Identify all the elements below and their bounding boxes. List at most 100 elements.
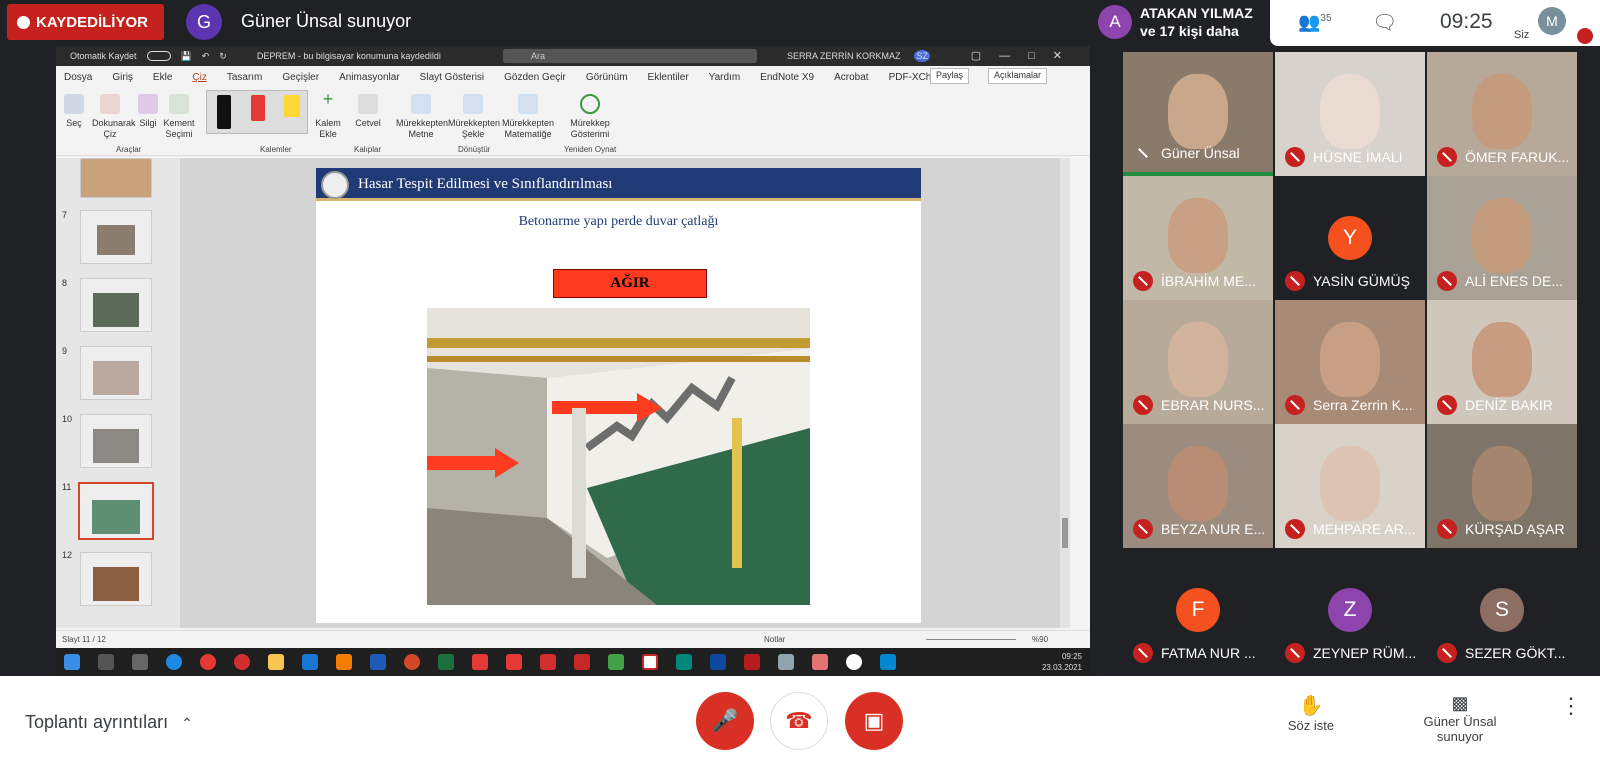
comments-button[interactable]: Açıklamalar [988, 68, 1048, 84]
chat-icon[interactable]: 🗨 [1372, 10, 1397, 35]
menu-bar: Dosya Giriş Ekle Çiz Tasarım Geçişler An… [56, 66, 1090, 88]
menu-giris[interactable]: Giriş [112, 72, 133, 83]
participant-tile[interactable]: Y YASİN GÜMÜŞ [1275, 176, 1425, 300]
participant-tile[interactable]: ALİ ENES DE... [1427, 176, 1577, 300]
participant-tile[interactable]: Güner Ünsal [1123, 52, 1273, 176]
participant-tile[interactable]: KÜRŞAD AŞAR [1427, 424, 1577, 548]
mic-off-button[interactable]: 🎤 [696, 692, 754, 750]
camera-off-button[interactable]: ▣ [845, 692, 903, 750]
participant-tile[interactable]: F FATMA NUR ... [1123, 548, 1273, 672]
ruler-tool[interactable]: Cetvel [350, 94, 386, 129]
scroll-thumb[interactable] [1062, 518, 1068, 548]
menu-ciz[interactable]: Çiz [192, 72, 206, 83]
participant-tile[interactable]: DENİZ BAKIR [1427, 300, 1577, 424]
participant-tile[interactable]: İBRAHİM ME... [1123, 176, 1273, 300]
participant-tile[interactable]: ÖMER FARUK... [1427, 52, 1577, 176]
participant-tile[interactable]: Serra Zerrin K... [1275, 300, 1425, 424]
participant-tile[interactable]: BEYZA NUR E... [1123, 424, 1273, 548]
more-options-icon[interactable]: ⋮ [1560, 693, 1582, 719]
slide-thumb[interactable] [80, 158, 152, 198]
pen-red-icon[interactable] [251, 95, 265, 121]
menu-slayt-gosterisi[interactable]: Slayt Gösterisi [420, 72, 484, 83]
menu-gecisler[interactable]: Geçişler [282, 72, 319, 83]
zoom-slider[interactable] [926, 639, 1016, 640]
app-icon[interactable] [778, 654, 794, 670]
ink-to-shape-tool[interactable]: Mürekkepten Şekle [448, 94, 500, 140]
add-pen-tool[interactable]: + Kalem Ekle [310, 89, 346, 140]
powerpoint-icon[interactable] [404, 654, 420, 670]
app-icon[interactable] [472, 654, 488, 670]
slide-thumb[interactable] [80, 278, 152, 332]
slide-thumb[interactable] [80, 210, 152, 264]
edge-icon[interactable] [166, 654, 182, 670]
window-controls[interactable]: ▢—□✕ [971, 49, 1080, 62]
participant-tile[interactable]: S SEZER GÖKT... [1427, 548, 1577, 672]
chrome-icon[interactable] [200, 654, 216, 670]
app-icon[interactable] [676, 654, 692, 670]
menu-gozden-gecir[interactable]: Gözden Geçir [504, 72, 566, 83]
participant-name: BEYZA NUR E... [1161, 521, 1266, 537]
app-icon[interactable] [812, 654, 828, 670]
participant-name: KÜRŞAD AŞAR [1465, 521, 1565, 537]
leave-call-button[interactable]: ☎ [770, 692, 828, 750]
slide-thumb[interactable] [80, 414, 152, 468]
slide-thumb[interactable] [80, 346, 152, 400]
photoshop-icon[interactable] [710, 654, 726, 670]
select-tool[interactable]: Seç [56, 94, 92, 129]
file-explorer-icon[interactable] [268, 654, 284, 670]
vertical-scrollbar[interactable] [1060, 158, 1070, 628]
presenting-button[interactable]: ▩ Güner Ünsal sunuyor [1410, 693, 1510, 744]
menu-animasyonlar[interactable]: Animasyonlar [339, 72, 400, 83]
ink-replay-tool[interactable]: Mürekkep Gösterimi [566, 94, 614, 140]
task-view-icon[interactable] [132, 654, 148, 670]
highlighter-yellow-icon[interactable] [284, 95, 300, 117]
search-icon[interactable] [98, 654, 114, 670]
pen-black-icon[interactable] [217, 95, 231, 129]
participant-tile[interactable]: HÜSNE İMALI [1275, 52, 1425, 176]
pdf-app-icon[interactable] [540, 654, 556, 670]
mail-icon[interactable] [302, 654, 318, 670]
word-icon[interactable] [370, 654, 386, 670]
slide-thumb[interactable] [80, 552, 152, 606]
menu-endnote[interactable]: EndNote X9 [760, 72, 814, 83]
participant-tile[interactable]: Z ZEYNEP RÜM... [1275, 548, 1425, 672]
ink-to-text-tool[interactable]: Mürekkepten Metne [396, 94, 448, 140]
pdf-icon[interactable] [744, 654, 760, 670]
participant-tile[interactable]: EBRAR NURS... [1123, 300, 1273, 424]
vlc-icon[interactable] [336, 654, 352, 670]
menu-acrobat[interactable]: Acrobat [834, 72, 868, 83]
participant-tile[interactable]: MEHPARE AR... [1275, 424, 1425, 548]
menu-yardim[interactable]: Yardım [709, 72, 741, 83]
share-button[interactable]: Paylaş [930, 68, 970, 84]
touch-draw-tool[interactable]: Dokunarak Çiz [92, 94, 136, 140]
zoom-level[interactable]: %90 [1032, 635, 1048, 644]
people-icon[interactable]: 👥35 [1298, 12, 1332, 33]
slide-thumb-selected[interactable] [78, 482, 154, 540]
menu-gorunum[interactable]: Görünüm [586, 72, 628, 83]
opera-icon[interactable] [234, 654, 250, 670]
menu-dosya[interactable]: Dosya [64, 72, 92, 83]
undo-icon[interactable]: ↶ [202, 51, 210, 62]
excel-icon[interactable] [438, 654, 454, 670]
raise-hand-button[interactable]: ✋ Söz iste [1276, 693, 1346, 733]
windows-start-icon[interactable] [64, 654, 80, 670]
save-icon[interactable]: 💾 [181, 51, 192, 62]
app-icon[interactable] [846, 654, 862, 670]
menu-ekle[interactable]: Ekle [153, 72, 172, 83]
ink-to-math-tool[interactable]: Mürekkepten Matematiğe [502, 94, 554, 140]
redo-icon[interactable]: ↻ [219, 51, 227, 62]
menu-eklentiler[interactable]: Eklentiler [648, 72, 689, 83]
menu-tasarim[interactable]: Tasarım [227, 72, 263, 83]
camtasia-icon[interactable] [608, 654, 624, 670]
notes-button[interactable]: Notlar [764, 635, 785, 644]
app-icon[interactable] [880, 654, 896, 670]
pen-gallery[interactable] [206, 90, 308, 134]
acrobat-icon[interactable] [642, 654, 658, 670]
app-icon[interactable] [574, 654, 590, 670]
search-input[interactable]: Ara [503, 49, 757, 63]
autosave-toggle[interactable] [146, 51, 171, 61]
lasso-tool[interactable]: Kement Seçimi [161, 94, 197, 140]
app-icon[interactable] [506, 654, 522, 670]
plus-icon: + [322, 89, 334, 109]
meeting-details-button[interactable]: Toplantı ayrıntıları ⌃ [25, 712, 193, 733]
